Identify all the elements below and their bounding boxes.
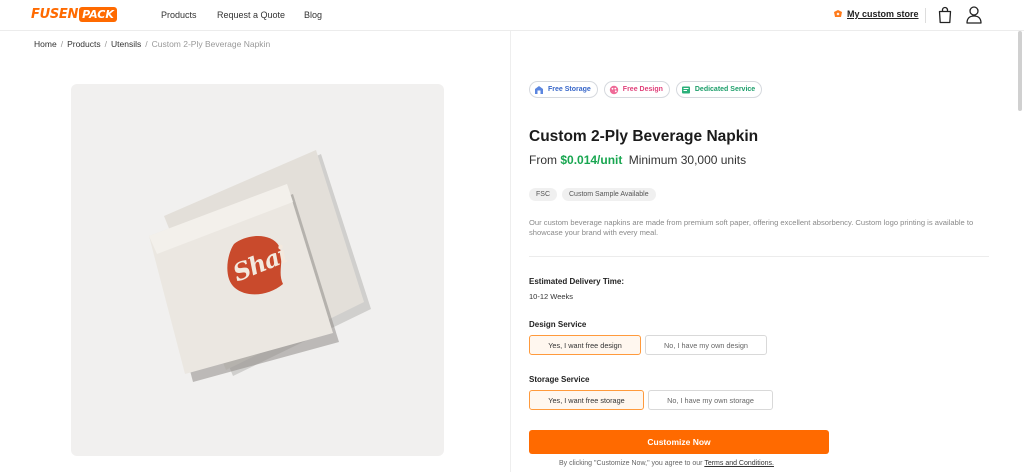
design-service-label: Design Service [529,320,587,329]
page-scrollbar[interactable] [1018,31,1022,111]
section-divider [529,256,989,257]
my-custom-store-label: My custom store [847,9,919,19]
breadcrumb-home[interactable]: Home [34,39,57,49]
terms-prefix: By clicking "Customize Now," you agree t… [559,460,703,467]
logo-right-text: PACK [79,7,117,22]
delivery-value: 10-12 Weeks [529,292,574,301]
header-divider [925,8,926,23]
terms-note: By clicking "Customize Now," you agree t… [559,460,774,467]
nav-blog[interactable]: Blog [304,10,322,20]
badge-label: Free Storage [548,86,591,93]
design-option-own[interactable]: No, I have my own design [645,335,767,355]
price-prefix: From [529,153,557,167]
nav-request-quote[interactable]: Request a Quote [217,10,285,20]
badge-free-design: Free Design [603,81,670,98]
nav-products[interactable]: Products [161,10,197,20]
column-divider [510,31,511,472]
storage-icon [535,85,543,94]
palette-icon [609,85,618,94]
service-icon [681,86,690,93]
delivery-label: Estimated Delivery Time: [529,277,625,286]
my-custom-store-link[interactable]: My custom store [833,9,919,19]
breadcrumb-separator: / [104,39,107,49]
breadcrumb-utensils[interactable]: Utensils [111,39,141,49]
breadcrumb-current: Custom 2-Ply Beverage Napkin [151,39,271,49]
design-option-free[interactable]: Yes, I want free design [529,335,641,355]
customize-now-button[interactable]: Customize Now [529,430,829,454]
user-icon[interactable] [965,5,983,24]
breadcrumb: Home / Products / Utensils / Custom 2-Pl… [34,39,270,49]
product-price: From $0.014/unit Minimum 30,000 units [529,153,746,167]
storage-option-own[interactable]: No, I have my own storage [648,390,773,410]
breadcrumb-separator: / [145,39,148,49]
product-tags: FSC Custom Sample Available [529,188,656,201]
storage-service-label: Storage Service [529,375,590,384]
storage-option-free[interactable]: Yes, I want free storage [529,390,644,410]
badge-label: Dedicated Service [694,86,756,93]
product-title: Custom 2-Ply Beverage Napkin [529,128,759,145]
product-description: Our custom beverage napkins are made fro… [529,218,974,237]
badge-free-storage: Free Storage [529,81,598,98]
badge-label: Free Design [622,86,663,93]
brand-logo[interactable]: FUSEN PACK [31,7,117,22]
cart-icon[interactable] [937,6,953,24]
service-badges: Free Storage Free Design Dedicated Servi… [529,81,763,98]
tag-custom-sample: Custom Sample Available [562,188,656,201]
store-icon [834,10,842,17]
breadcrumb-products[interactable]: Products [67,39,101,49]
terms-link[interactable]: Terms and Conditions. [704,460,774,467]
badge-dedicated-service: Dedicated Service [675,81,763,98]
tag-fsc: FSC [529,188,557,201]
logo-left-text: FUSEN [31,7,79,22]
minimum-order: Minimum 30,000 units [628,153,747,167]
breadcrumb-separator: / [60,39,64,49]
site-header: FUSEN PACK Products Request a Quote Blog… [0,0,1024,31]
product-image[interactable]: Shai [71,84,444,456]
price-amount: $0.014/unit [560,153,623,167]
